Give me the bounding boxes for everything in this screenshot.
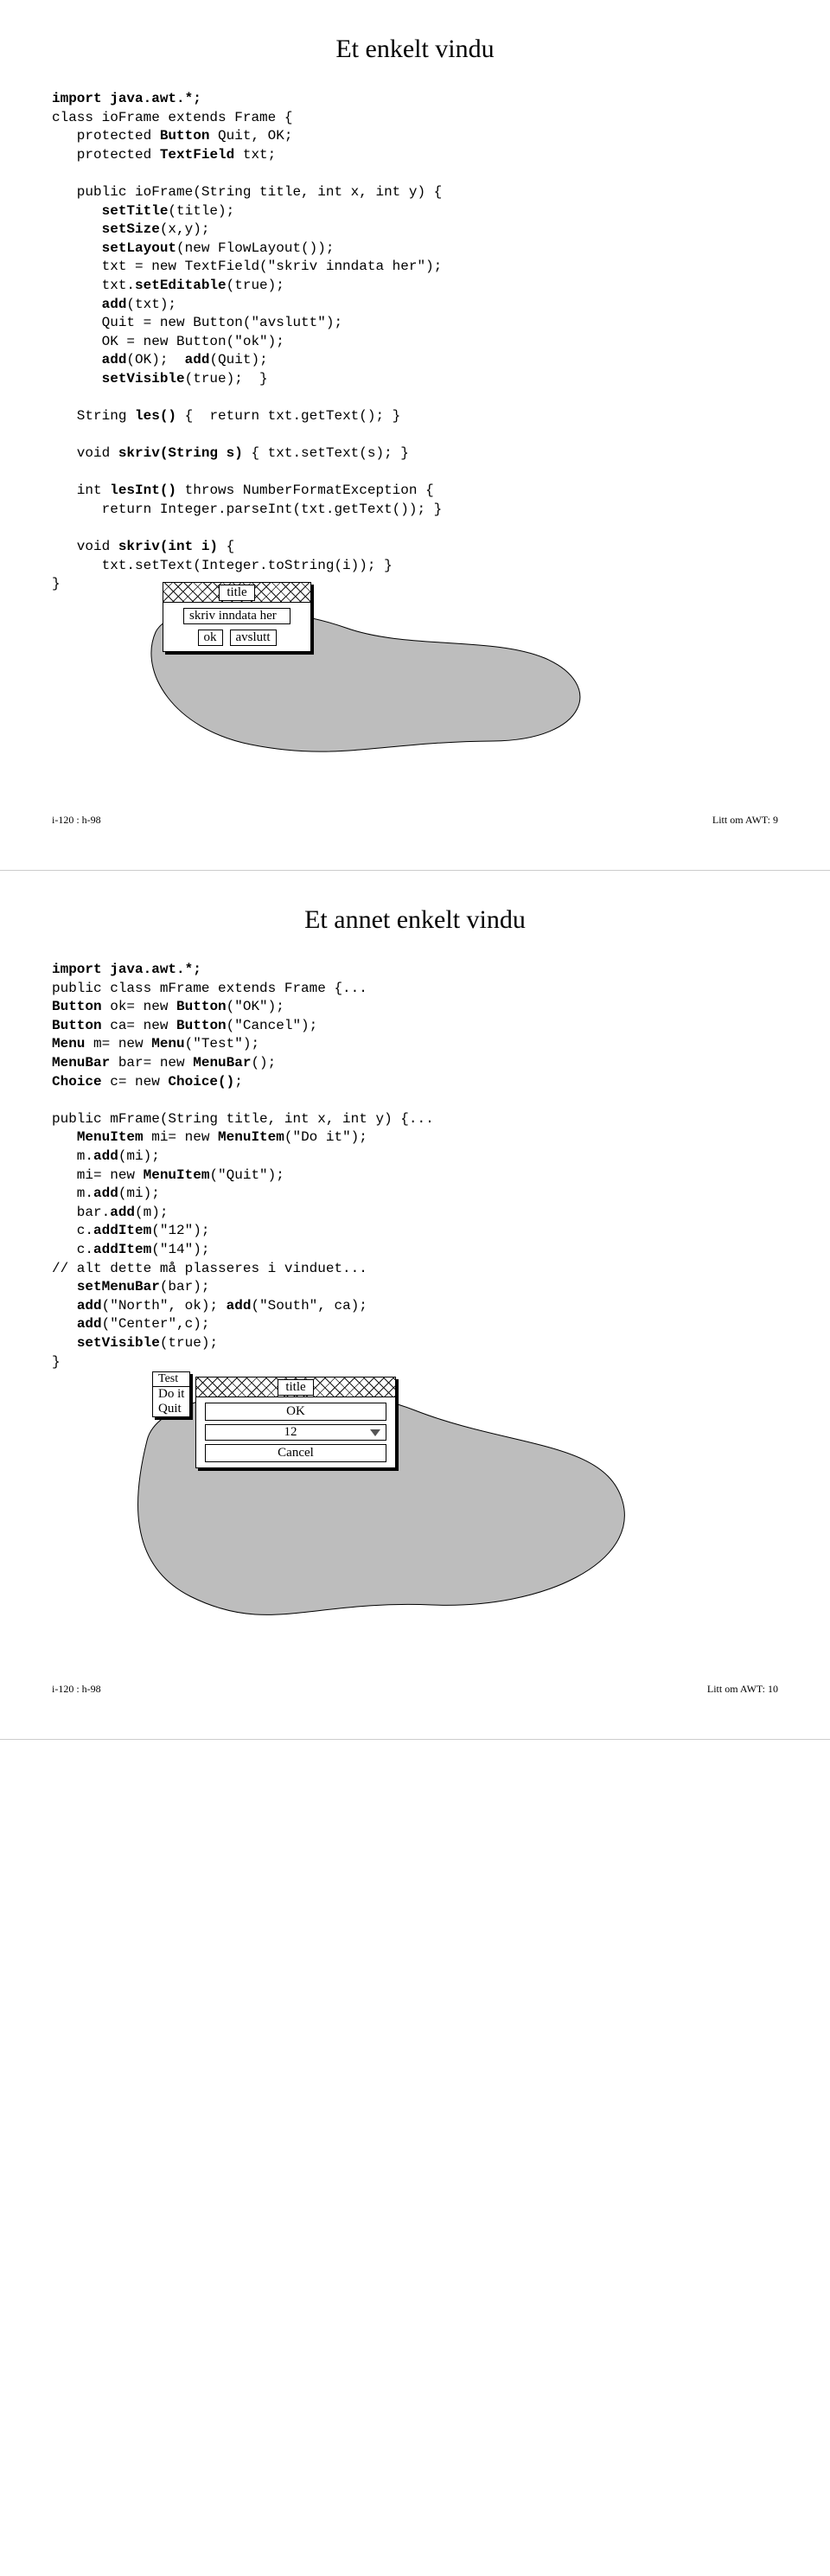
dropdown-menu: Test Do it Quit xyxy=(152,1371,190,1417)
text-field[interactable]: skriv inndata her xyxy=(183,608,290,624)
page-1: Et enkelt vindu import java.awt.*; class… xyxy=(0,0,830,871)
window-titlebar-2: title xyxy=(196,1377,395,1397)
page-footer-2: i-120 : h-98 Litt om AWT: 10 xyxy=(52,1683,778,1696)
choice-value: 12 xyxy=(211,1425,370,1440)
code-block-2: import java.awt.*; public class mFrame e… xyxy=(52,961,778,1371)
window-titlebar: title xyxy=(163,583,310,603)
menu-item-doit[interactable]: Do it xyxy=(153,1387,189,1402)
code-block-1: import java.awt.*; class ioFrame extends… xyxy=(52,90,778,594)
footer-right-2: Litt om AWT: 10 xyxy=(707,1683,778,1696)
chevron-down-icon xyxy=(370,1429,380,1436)
mframe-window: title OK 12 Cancel xyxy=(195,1377,396,1468)
ok-button[interactable]: ok xyxy=(198,630,223,646)
footer-left-2: i-120 : h-98 xyxy=(52,1683,101,1696)
window-title: title xyxy=(219,585,254,601)
simple-window: title skriv inndata her ok avslutt xyxy=(163,582,311,652)
menu-head[interactable]: Test xyxy=(153,1372,189,1387)
page-title: Et enkelt vindu xyxy=(52,35,778,64)
south-button[interactable]: Cancel xyxy=(205,1444,386,1462)
menu-item-quit[interactable]: Quit xyxy=(153,1402,189,1416)
window-illustration-2: Test Do it Quit title OK 12 xyxy=(104,1371,778,1631)
avslutt-button[interactable]: avslutt xyxy=(230,630,277,646)
page-2: Et annet enkelt vindu import java.awt.*;… xyxy=(0,871,830,1740)
footer-right: Litt om AWT: 9 xyxy=(712,814,778,827)
page-footer: i-120 : h-98 Litt om AWT: 9 xyxy=(52,814,778,827)
window-illustration-1: title skriv inndata her ok avslutt xyxy=(121,589,778,762)
page-title-2: Et annet enkelt vindu xyxy=(52,905,778,935)
footer-left: i-120 : h-98 xyxy=(52,814,101,827)
choice-select[interactable]: 12 xyxy=(205,1424,386,1441)
north-button[interactable]: OK xyxy=(205,1403,386,1421)
window-title-2: title xyxy=(278,1379,313,1396)
